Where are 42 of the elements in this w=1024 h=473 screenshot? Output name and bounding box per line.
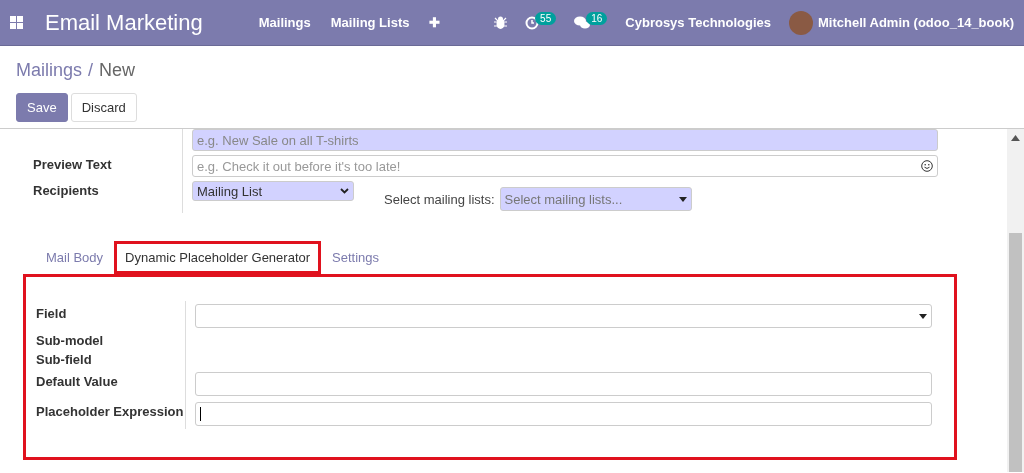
input-field[interactable] (195, 372, 932, 396)
clock-icon[interactable] (525, 15, 540, 30)
tab[interactable]: Settings (321, 241, 391, 274)
scroll-up-icon[interactable] (1011, 135, 1020, 141)
apps-menu-icon[interactable] (10, 16, 23, 29)
activity-count-badge: 55 (535, 12, 557, 25)
field-label: Default Value (36, 369, 186, 399)
menu-item[interactable]: Mailing Lists (330, 15, 410, 30)
subject-field[interactable]: e.g. New Sale on all T-shirts (192, 129, 938, 151)
caret-icon (919, 313, 927, 319)
bug-icon[interactable] (494, 16, 508, 29)
mailing-lists-select[interactable]: Select mailing lists... (499, 187, 692, 211)
company-name[interactable]: Cybrosys Technologies (625, 15, 771, 30)
input-field[interactable] (195, 402, 932, 426)
field-label: Field (36, 301, 186, 331)
tab[interactable]: Mail Body (35, 241, 115, 274)
discard-button[interactable]: Discard (70, 93, 137, 122)
field-select[interactable] (195, 304, 932, 328)
field-label: Sub-model (36, 331, 186, 350)
preview-text-field[interactable]: e.g. Check it out before it's too late! (192, 155, 938, 177)
text-cursor (200, 407, 201, 421)
field-label: Recipients (33, 179, 183, 213)
menu-item[interactable]: ✚ (429, 15, 441, 30)
field-label: Sub-field (36, 350, 186, 369)
scrollbar[interactable] (1007, 129, 1024, 472)
tab[interactable]: Dynamic Placeholder Generator (114, 241, 322, 274)
field-label: Select mailing lists: (384, 191, 495, 207)
chevron-down-icon (340, 188, 349, 194)
scrollbar-thumb[interactable] (1009, 232, 1022, 472)
caret-icon (678, 196, 687, 202)
save-button[interactable]: Save (16, 93, 68, 122)
breadcrumb-separator: / (88, 60, 94, 81)
message-count-badge: 16 (586, 12, 608, 25)
recipients-select[interactable]: Mailing List (192, 181, 354, 201)
smiley-icon[interactable] (921, 160, 933, 172)
breadcrumb-current: New (99, 60, 136, 81)
field-label: Preview Text (33, 153, 183, 179)
field-label: Placeholder Expression (36, 399, 186, 429)
menu-item[interactable]: Mailings (258, 15, 311, 30)
user-name[interactable]: Mitchell Admin (odoo_14_book) (818, 15, 1014, 30)
app-title: Email Marketing (45, 9, 203, 36)
breadcrumb-link[interactable]: Mailings (16, 60, 83, 81)
